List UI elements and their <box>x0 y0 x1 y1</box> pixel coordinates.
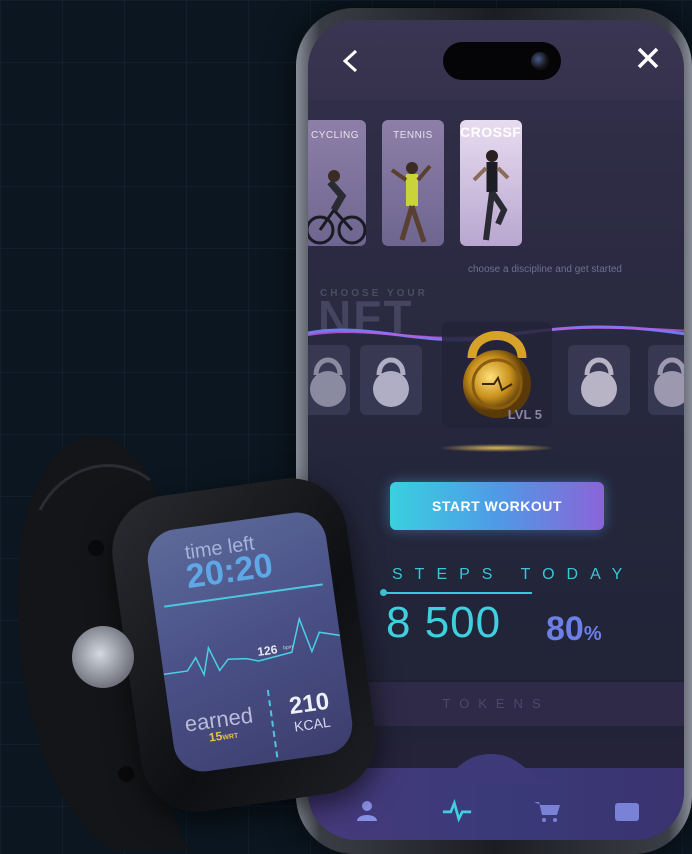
discipline-card-crossfit[interactable]: CROSSFIT <box>460 120 522 246</box>
active-tab-notch <box>416 754 566 784</box>
kettlebell-icon <box>373 357 409 407</box>
watch-crown[interactable] <box>72 626 134 688</box>
discipline-hint: choose a discipline and get started <box>468 264 622 275</box>
selection-glow <box>438 444 556 452</box>
start-workout-button[interactable]: START WORKOUT <box>390 482 604 530</box>
cart-icon <box>534 802 560 822</box>
close-button[interactable] <box>636 46 660 76</box>
dynamic-island <box>443 42 561 80</box>
discipline-label: CYCLING <box>311 130 359 141</box>
camera-icon <box>531 52 549 70</box>
tab-wallet[interactable] <box>612 796 642 826</box>
tennis-player-image <box>390 162 432 243</box>
watch-screen: time left 20:20 126 bpm earned 15WRT 210… <box>143 508 357 776</box>
nft-level: LVL 5 <box>507 407 542 422</box>
steps-value: 8 500 <box>386 598 502 647</box>
steps-title: STEPS TODAY <box>392 566 635 583</box>
back-button[interactable] <box>340 48 360 80</box>
kettlebell-icon <box>654 357 684 407</box>
chevron-left-icon <box>342 49 358 73</box>
earned-value: 15WRT <box>207 728 239 745</box>
nft-card[interactable] <box>648 345 684 415</box>
steps-progress-line <box>382 592 532 594</box>
pulse-icon <box>442 798 472 823</box>
tab-cart[interactable] <box>532 796 562 826</box>
kettlebell-icon <box>310 357 346 407</box>
cyclist-image <box>308 170 366 245</box>
heart-rate-value: 126 <box>256 642 279 659</box>
steps-percent: 80% <box>546 610 602 648</box>
discipline-label: CROSSFIT <box>460 124 522 140</box>
nft-card[interactable] <box>360 345 422 415</box>
nft-card[interactable] <box>568 345 630 415</box>
tab-bar <box>308 754 684 840</box>
nft-card-selected[interactable]: LVL 5 <box>442 322 552 428</box>
heart-rate-graph <box>163 616 341 678</box>
wallet-icon <box>615 803 639 821</box>
discipline-card-cycling[interactable]: CYCLING <box>308 120 366 246</box>
kettlebell-icon <box>581 357 617 407</box>
discipline-label: TENNIS <box>393 130 433 141</box>
discipline-card-tennis[interactable]: TENNIS <box>382 120 444 246</box>
stats-divider <box>266 689 279 758</box>
close-icon <box>637 47 659 69</box>
choose-heading: CHOOSE YOUR <box>320 288 428 299</box>
nft-card[interactable] <box>308 345 350 415</box>
crossfit-athlete-image <box>472 150 510 241</box>
tab-pulse[interactable] <box>442 796 472 826</box>
